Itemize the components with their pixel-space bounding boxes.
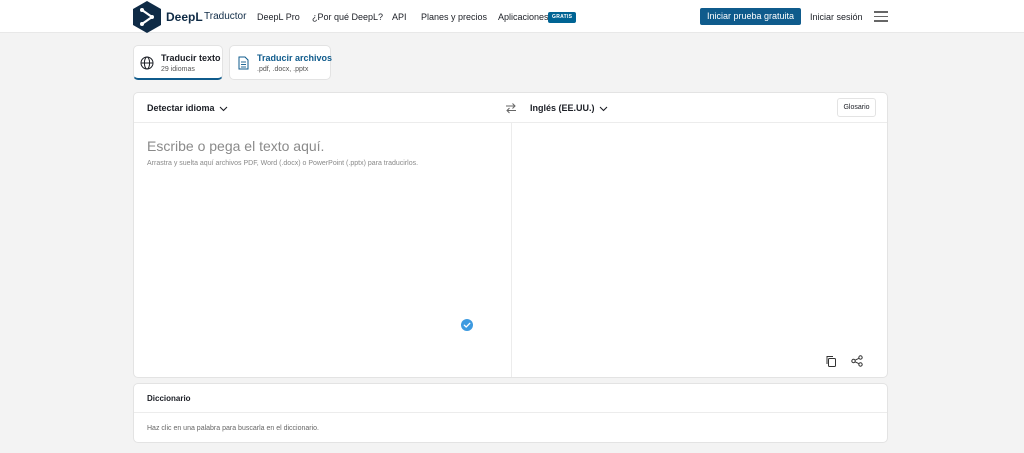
free-badge: GRATIS <box>548 12 577 23</box>
login-link[interactable]: Iniciar sesión <box>810 12 863 22</box>
target-text-output[interactable] <box>512 124 887 349</box>
nav-applications[interactable]: Aplicaciones <box>498 12 549 22</box>
dictionary-panel: Diccionario Haz clic en una palabra para… <box>133 383 888 443</box>
nav-plans-pricing[interactable]: Planes y precios <box>421 12 487 22</box>
language-bar: Detectar idioma Inglés (EE.UU.) Glosario <box>134 93 887 123</box>
tab-translate-files[interactable]: Traducir archivos .pdf, .docx, .pptx <box>229 45 333 80</box>
share-icon[interactable] <box>851 355 863 367</box>
nav-deepl-pro[interactable]: DeepL Pro <box>257 12 300 22</box>
swap-languages-icon[interactable] <box>504 101 518 115</box>
top-header: DeepL Traductor DeepL Pro ¿Por qué DeepL… <box>0 0 1024 33</box>
source-language-label: Detectar idioma <box>147 103 215 113</box>
dictionary-hint: Haz clic en una palabra para buscarla en… <box>147 425 319 432</box>
chevron-down-icon <box>219 106 227 111</box>
tab-translate-text[interactable]: Traducir texto 29 idiomas <box>133 45 223 80</box>
target-language-label: Inglés (EE.UU.) <box>530 103 595 113</box>
tab-subtitle: 29 idiomas <box>161 66 195 73</box>
nav-why-deepl[interactable]: ¿Por qué DeepL? <box>312 12 383 22</box>
brand-subtitle[interactable]: Traductor <box>204 11 246 22</box>
drop-files-hint: Arrastra y suelta aquí archivos PDF, Wor… <box>147 160 419 167</box>
tab-subtitle: .pdf, .docx, .pptx <box>257 66 309 73</box>
hamburger-menu-icon[interactable] <box>874 11 888 23</box>
nav-api[interactable]: API <box>392 12 407 22</box>
tab-title: Traducir texto <box>161 53 221 63</box>
target-language-select[interactable]: Inglés (EE.UU.) <box>530 103 608 113</box>
source-language-select[interactable]: Detectar idioma <box>147 103 228 113</box>
start-trial-button[interactable]: Iniciar prueba gratuita <box>700 8 801 25</box>
brand-name[interactable]: DeepL <box>166 10 203 24</box>
document-icon <box>238 56 249 70</box>
dictionary-title: Diccionario <box>147 394 191 403</box>
glossary-button[interactable]: Glosario <box>837 98 876 117</box>
deepl-logo-icon[interactable] <box>132 1 162 34</box>
check-circle-icon <box>461 319 473 331</box>
copy-icon[interactable] <box>825 355 837 367</box>
tab-title: Traducir archivos <box>257 53 333 63</box>
globe-icon <box>140 56 154 70</box>
translator-panel: Detectar idioma Inglés (EE.UU.) Glosario… <box>133 92 888 378</box>
chevron-down-icon <box>599 106 607 111</box>
source-placeholder: Escribe o pega el texto aquí. <box>147 138 325 154</box>
dictionary-header: Diccionario <box>134 384 887 413</box>
